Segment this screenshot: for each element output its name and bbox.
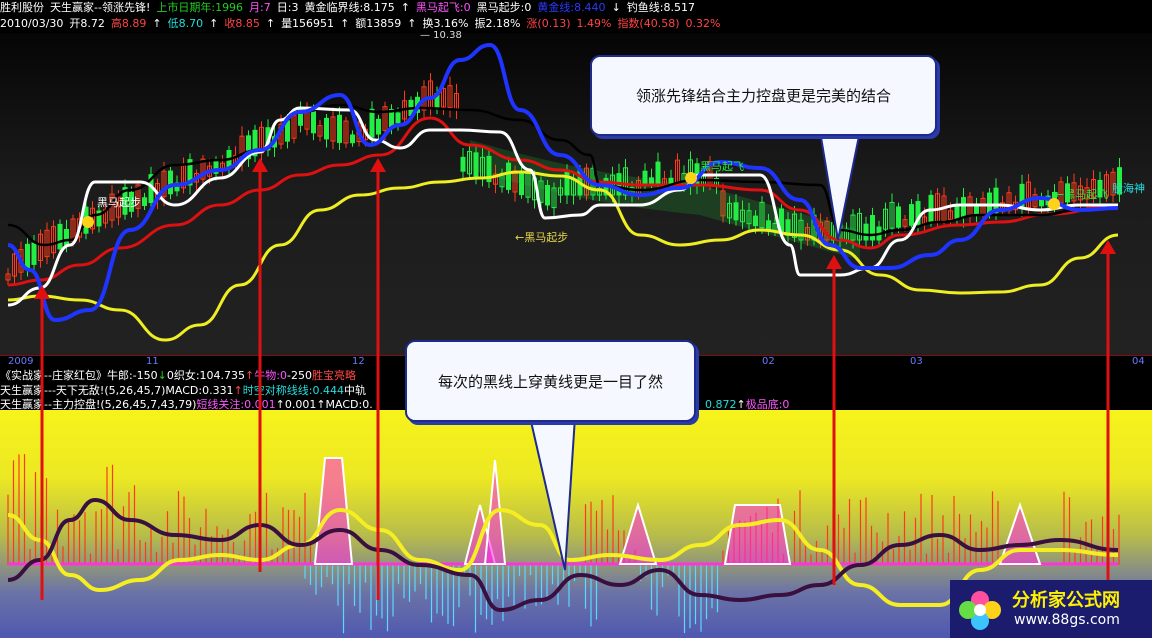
red-arrow-0 (34, 285, 50, 600)
logo-url: www.88gs.com (1014, 612, 1120, 628)
mid-callout-text: 每次的黑线上穿黄线更是一目了然 (437, 372, 663, 391)
arrow-overlay (34, 130, 1116, 600)
top-callout-tail (818, 130, 862, 241)
site-logo: 分析家公式网 www.88gs.com (950, 580, 1152, 638)
top-callout-bubble: 领涨先锋结合主力控盘更是完美的结合 (590, 55, 937, 136)
top-callout-text: 领涨先锋结合主力控盘更是完美的结合 (635, 87, 891, 105)
red-arrow-1 (252, 158, 268, 572)
mid-callout-bubble: 每次的黑线上穿黄线更是一目了然 (405, 340, 696, 422)
flower-logo-icon (959, 591, 1001, 630)
red-arrow-2 (370, 158, 386, 600)
red-arrow-3 (826, 255, 842, 585)
logo-name: 分析家公式网 (1012, 590, 1120, 611)
chart-window: 胜利股份 天生赢家--领涨先锋! 上市日期年:1996 月:7 日:3 黄金临界线:8.1… (0, 0, 1152, 638)
mid-callout-tail (528, 416, 577, 571)
red-arrow-4 (1100, 240, 1116, 600)
